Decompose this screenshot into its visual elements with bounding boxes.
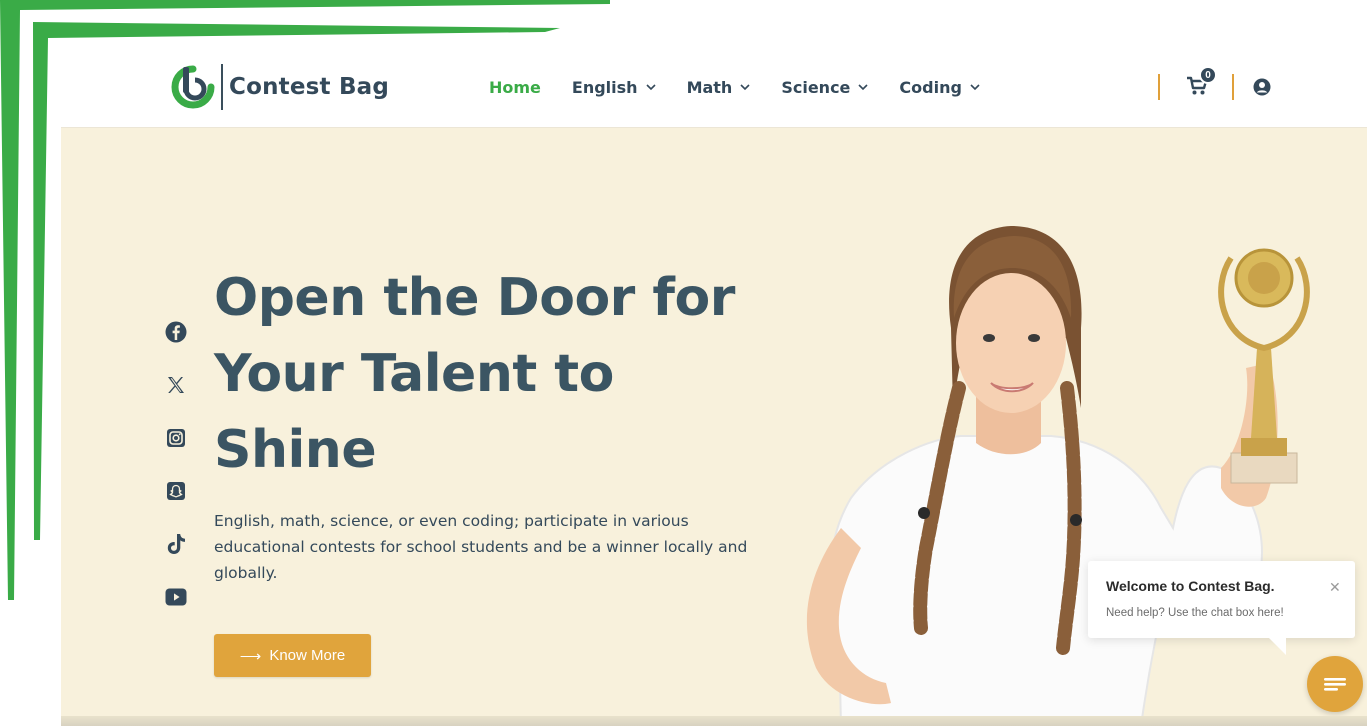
nav-coding[interactable]: Coding bbox=[899, 78, 980, 97]
snapchat-icon bbox=[167, 482, 185, 500]
instagram-icon bbox=[167, 429, 185, 447]
logo-mark-icon bbox=[171, 65, 215, 109]
chevron-down-icon bbox=[970, 84, 980, 91]
logo-divider bbox=[221, 64, 223, 110]
nav-home-label: Home bbox=[489, 77, 541, 97]
chat-menu-icon bbox=[1324, 678, 1346, 691]
know-more-button[interactable]: ⟶ Know More bbox=[214, 634, 371, 677]
facebook-link[interactable] bbox=[164, 320, 188, 344]
logo[interactable]: Contest Bag bbox=[169, 62, 389, 112]
nav-coding-label: Coding bbox=[899, 77, 962, 97]
snapchat-link[interactable] bbox=[164, 479, 188, 503]
nav-english-label: English bbox=[571, 77, 638, 97]
tiktok-icon bbox=[167, 534, 185, 554]
instagram-link[interactable] bbox=[164, 426, 188, 450]
youtube-icon bbox=[165, 588, 187, 606]
hero-description: English, math, science, or even coding; … bbox=[214, 512, 748, 582]
chevron-down-icon bbox=[645, 84, 656, 91]
chat-open-button[interactable] bbox=[1307, 656, 1363, 712]
social-links bbox=[164, 320, 188, 638]
nav-science[interactable]: Science bbox=[781, 78, 868, 97]
know-more-label: Know More bbox=[269, 647, 346, 664]
screenshot-frame: Contest Bag Home English Math Science Co… bbox=[0, 0, 1367, 726]
main-nav: Home English Math Science Coding bbox=[489, 74, 1011, 100]
hero-title-line: Shine bbox=[214, 420, 377, 480]
x-icon bbox=[168, 377, 184, 393]
x-link[interactable] bbox=[164, 373, 188, 397]
chevron-down-icon bbox=[740, 84, 750, 91]
nav-english[interactable]: English bbox=[572, 78, 656, 97]
close-icon[interactable]: ✕ bbox=[1329, 579, 1341, 596]
site-header: Contest Bag Home English Math Science Co… bbox=[61, 48, 1367, 128]
cart-count-badge: 0 bbox=[1199, 66, 1217, 84]
divider bbox=[1158, 74, 1160, 100]
chevron-down-icon bbox=[858, 84, 868, 91]
chat-popup-tail bbox=[1268, 637, 1286, 655]
arrow-right-icon: ⟶ bbox=[239, 647, 262, 665]
logo-text: Contest Bag bbox=[229, 74, 390, 100]
facebook-icon bbox=[165, 321, 187, 343]
hero-title-line: Open the Door for bbox=[214, 268, 735, 328]
bottom-shadow bbox=[61, 716, 1367, 726]
nav-math-label: Math bbox=[686, 77, 733, 97]
nav-home[interactable]: Home bbox=[489, 78, 541, 97]
nav-math[interactable]: Math bbox=[687, 78, 751, 97]
user-circle-icon[interactable] bbox=[1252, 77, 1272, 97]
chat-title: Welcome to Contest Bag. bbox=[1106, 578, 1275, 594]
header-actions: 0 bbox=[1158, 66, 1272, 102]
chat-subtitle: Need help? Use the chat box here! bbox=[1106, 607, 1284, 619]
cart-button[interactable]: 0 bbox=[1186, 66, 1217, 98]
nav-science-label: Science bbox=[781, 77, 851, 97]
hero-title: Open the Door for Your Talent to Shine bbox=[214, 260, 814, 488]
tiktok-link[interactable] bbox=[164, 532, 188, 556]
divider bbox=[1232, 74, 1234, 100]
hero-title-line: Your Talent to bbox=[214, 344, 614, 404]
chat-popup: Welcome to Contest Bag. Need help? Use t… bbox=[1088, 561, 1355, 638]
youtube-link[interactable] bbox=[164, 585, 188, 609]
